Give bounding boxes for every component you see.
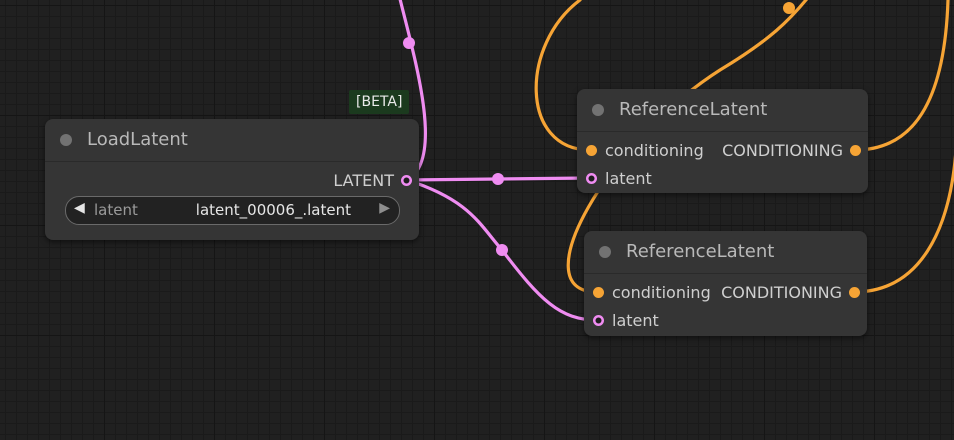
- output-slot-latent[interactable]: LATENT: [45, 169, 419, 193]
- collapse-dot-icon[interactable]: [60, 134, 72, 146]
- latent-combo-widget[interactable]: ◀ latent latent_00006_.latent ▶: [65, 196, 400, 225]
- load-latent-node[interactable]: LoadLatent LATENT ◀ latent latent_00006_…: [45, 119, 419, 240]
- output-label: CONDITIONING: [721, 283, 842, 302]
- node-title: ReferenceLatent: [619, 99, 768, 120]
- reference-latent-node-2[interactable]: ReferenceLatent conditioning CONDITIONIN…: [584, 231, 867, 336]
- node-header[interactable]: ReferenceLatent: [577, 89, 868, 132]
- latent-output-dot-icon[interactable]: [401, 175, 412, 186]
- collapse-dot-icon[interactable]: [599, 246, 611, 258]
- reference-latent-node-1[interactable]: ReferenceLatent conditioning CONDITIONIN…: [577, 89, 868, 193]
- input-label: conditioning: [612, 283, 711, 302]
- input-slot-conditioning[interactable]: conditioning CONDITIONING: [584, 281, 867, 305]
- latent-input-dot-icon[interactable]: [593, 315, 604, 326]
- wire-conditioning-2-out[interactable]: [852, 150, 954, 294]
- combo-value[interactable]: latent_00006_.latent: [196, 201, 351, 219]
- collapse-dot-icon[interactable]: [592, 104, 604, 116]
- conditioning-input-dot-icon[interactable]: [593, 287, 604, 298]
- wire-conditioning-1-out[interactable]: [853, 0, 950, 152]
- next-arrow-icon[interactable]: ▶: [379, 200, 390, 216]
- latent-reroute-point-low[interactable]: [496, 244, 508, 256]
- beta-badge: [BETA]: [349, 90, 410, 114]
- input-slot-conditioning[interactable]: conditioning CONDITIONING: [577, 139, 868, 163]
- conditioning-output-dot-icon[interactable]: [850, 145, 861, 156]
- combo-label: latent: [94, 201, 138, 219]
- wire-latent-to-ref1[interactable]: [405, 176, 592, 182]
- latent-input-dot-icon[interactable]: [586, 173, 597, 184]
- output-label: CONDITIONING: [722, 141, 843, 160]
- conditioning-reroute-point[interactable]: [783, 2, 795, 14]
- wire-latent-to-ref2[interactable]: [405, 178, 599, 322]
- input-label: conditioning: [605, 141, 704, 160]
- conditioning-input-dot-icon[interactable]: [586, 145, 597, 156]
- input-label: latent: [605, 169, 652, 188]
- output-label: LATENT: [333, 171, 394, 190]
- latent-reroute-point-mid[interactable]: [492, 173, 504, 185]
- previous-arrow-icon[interactable]: ◀: [74, 200, 85, 216]
- node-header[interactable]: ReferenceLatent: [584, 231, 867, 274]
- conditioning-output-dot-icon[interactable]: [849, 287, 860, 298]
- latent-reroute-point-top[interactable]: [403, 37, 415, 49]
- input-slot-latent[interactable]: latent: [584, 309, 867, 333]
- node-title: ReferenceLatent: [626, 241, 775, 262]
- node-title: LoadLatent: [87, 129, 188, 150]
- input-slot-latent[interactable]: latent: [577, 167, 868, 191]
- input-label: latent: [612, 311, 659, 330]
- node-header[interactable]: LoadLatent: [45, 119, 419, 162]
